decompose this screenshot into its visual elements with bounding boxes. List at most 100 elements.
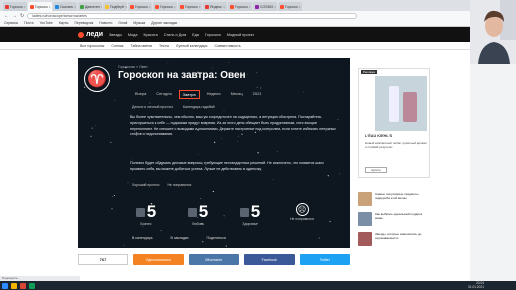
like-reaction-button[interactable]: Хороший прогноз xyxy=(132,183,159,187)
bookmark-item[interactable]: YouTube xyxy=(39,21,52,25)
bottom-link[interactable]: Поделиться xyxy=(207,236,226,240)
tab-label: Яндекс xyxy=(210,4,222,9)
logo-text: леди xyxy=(86,31,103,38)
bookmark-item[interactable]: Переводчик xyxy=(74,21,93,25)
browser-tab[interactable]: Гороско × xyxy=(278,2,302,11)
news-item[interactable]: Как выбрать идеальный подарок маме xyxy=(358,212,430,226)
news-thumbnail[interactable] xyxy=(358,192,372,206)
ad-buy-button[interactable]: Купить xyxy=(365,167,387,173)
browser-tab[interactable]: COSMO × xyxy=(253,2,277,11)
bookmark-item[interactable]: Новости xyxy=(99,21,112,25)
subnav-item[interactable]: Лунный календарь xyxy=(176,44,207,48)
star-dot xyxy=(225,245,227,247)
close-icon[interactable]: × xyxy=(149,5,151,9)
close-icon[interactable]: × xyxy=(49,5,51,9)
chrome-icon[interactable] xyxy=(20,282,26,289)
browser-tab[interactable]: Гороско × xyxy=(3,2,27,11)
browser-tab[interactable]: Гороско × xyxy=(178,2,202,11)
browser-tab-bar: Гороско × Гороско × Скачать × Двигател × Подберё… xyxy=(0,0,516,11)
money-forecast-link[interactable]: Деньги и личный прогноз xyxy=(132,105,173,109)
share-button[interactable]: Одноклассники xyxy=(133,254,184,265)
close-icon[interactable]: × xyxy=(125,5,127,9)
star-dot xyxy=(114,100,116,101)
browser-tab[interactable]: Скачать × xyxy=(53,2,77,11)
app-icon[interactable] xyxy=(29,282,35,289)
star-dot xyxy=(160,229,162,232)
topnav-item[interactable]: Модный проект xyxy=(227,33,254,37)
subnav-item[interactable]: Совместимость xyxy=(215,44,241,48)
topnav-item[interactable]: Еда xyxy=(192,33,199,37)
period-tab[interactable]: Сегодня xyxy=(153,90,174,99)
close-icon[interactable]: × xyxy=(101,5,102,9)
browser-tab[interactable]: Двигател × xyxy=(78,2,102,11)
news-thumbnail[interactable] xyxy=(358,232,372,246)
close-icon[interactable]: × xyxy=(223,5,225,9)
news-item[interactable]: Звезды, которые изменились до неузнаваем… xyxy=(358,232,430,246)
bookmark-item[interactable]: Другие закладки xyxy=(151,21,177,25)
browser-tab[interactable]: Гороско × xyxy=(153,2,177,11)
news-thumbnail[interactable] xyxy=(358,212,372,226)
period-tab[interactable]: Неделя xyxy=(204,90,224,99)
period-tab[interactable]: Вчера xyxy=(132,90,149,99)
star-dot xyxy=(111,195,114,198)
bottom-link[interactable]: В закладки xyxy=(171,236,189,240)
dislike-reaction-button[interactable]: Не понравился xyxy=(167,183,191,187)
share-button[interactable]: ВКонтакте xyxy=(188,254,239,265)
news-title[interactable]: Самые популярные предметы гардероба этой… xyxy=(375,192,430,206)
ad-product-image[interactable] xyxy=(375,76,427,131)
browser-tab[interactable]: Яндекс × xyxy=(203,2,227,11)
news-title[interactable]: Как выбрать идеальный подарок маме xyxy=(375,212,430,226)
browser-tab[interactable]: Подберё × xyxy=(103,2,127,11)
close-icon[interactable]: × xyxy=(299,5,301,9)
news-item[interactable]: Самые популярные предметы гардероба этой… xyxy=(358,192,430,206)
share-button[interactable]: Facebook xyxy=(244,254,295,265)
sidebar-ad[interactable]: Реклама L'ÉAU KIEHL'S Новый компактный т… xyxy=(358,68,430,178)
forward-icon[interactable]: → xyxy=(12,13,17,19)
close-icon[interactable]: × xyxy=(249,5,251,9)
bottom-link[interactable]: В календарь xyxy=(132,236,153,240)
site-logo[interactable]: леди xyxy=(78,31,103,38)
close-icon[interactable]: × xyxy=(74,5,76,9)
period-tab[interactable]: 2021 xyxy=(250,90,265,99)
news-title[interactable]: Звезды, которые изменились до неузнаваем… xyxy=(375,232,430,246)
stat-value-row: 5 xyxy=(187,203,208,221)
explorer-icon[interactable] xyxy=(11,282,17,289)
sub-navigation: Все гороскопы Сонник Тайна имени Тесты Лунны… xyxy=(0,42,470,50)
breadcrumb[interactable]: Гороскопы » Овен xyxy=(118,65,148,69)
period-tab[interactable]: Завтра xyxy=(178,90,200,99)
bookmark-item[interactable]: Музыка xyxy=(133,21,145,25)
star-dot xyxy=(257,152,259,154)
clock-date: 31.01.2021 xyxy=(468,284,484,289)
topnav-item[interactable]: Звезды xyxy=(109,33,122,37)
start-icon[interactable] xyxy=(2,282,8,289)
calendar-link[interactable]: Календарь гаданий xyxy=(183,105,215,109)
bookmark-item[interactable]: Карты xyxy=(59,21,69,25)
subnav-item[interactable]: Все гороскопы xyxy=(80,44,104,48)
close-icon[interactable]: × xyxy=(199,5,201,9)
topnav-item[interactable]: Мода xyxy=(128,33,138,37)
close-icon[interactable]: × xyxy=(274,5,276,9)
url-input[interactable]: ladies.ru/horoscope/tomorrow/aries xyxy=(27,12,358,19)
subnav-item[interactable]: Сонник xyxy=(111,44,123,48)
subnav-item[interactable]: Тесты xyxy=(159,44,169,48)
browser-tab[interactable]: Гороско × xyxy=(28,2,52,11)
stat-label: Бизнес xyxy=(140,222,152,226)
subnav-item[interactable]: Тайна имени xyxy=(131,44,153,48)
bookmark-item[interactable]: Gmail xyxy=(118,21,127,25)
browser-tab[interactable]: Гороско × xyxy=(128,2,152,11)
bookmark-item[interactable]: Почта xyxy=(24,21,33,25)
share-button[interactable]: Twitter xyxy=(299,254,350,265)
browser-tab[interactable]: Гороско × xyxy=(228,2,252,11)
topnav-item[interactable]: Стиль и Дом xyxy=(164,33,186,37)
stat-value-row: ☹ xyxy=(295,203,309,216)
topnav-item[interactable]: Красота xyxy=(143,33,157,37)
close-icon[interactable]: × xyxy=(174,5,176,9)
tab-favicon-icon xyxy=(130,4,134,9)
bookmark-item[interactable]: Сервисы xyxy=(4,21,18,25)
back-icon[interactable]: ← xyxy=(4,13,9,19)
topnav-item[interactable]: Гороскоп xyxy=(205,33,221,37)
close-icon[interactable]: × xyxy=(24,5,26,9)
period-tab[interactable]: Месяц xyxy=(228,90,246,99)
page-title: Гороскоп на завтра: Овен xyxy=(118,70,246,81)
reload-icon[interactable]: ↻ xyxy=(20,13,24,19)
